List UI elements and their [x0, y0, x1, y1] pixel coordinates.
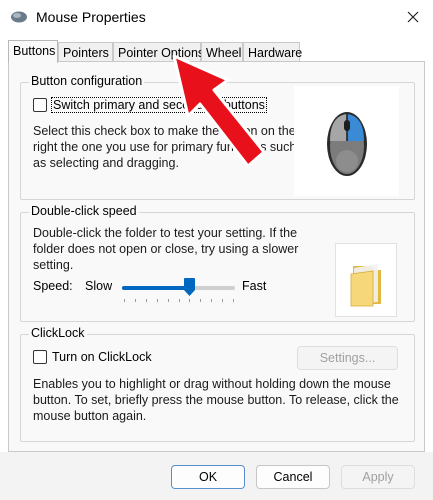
clicklock-label[interactable]: Turn on ClickLock — [52, 350, 152, 364]
slider-tick — [178, 299, 180, 302]
group-title: ClickLock — [29, 326, 87, 340]
slider-tick — [200, 299, 202, 302]
test-folder[interactable] — [335, 243, 397, 317]
mouse-icon — [10, 10, 28, 24]
clicklock-description: Enables you to highlight or drag without… — [33, 377, 399, 423]
slider-tick — [222, 299, 224, 302]
slider-tick — [145, 299, 147, 302]
close-button[interactable] — [398, 4, 428, 30]
button-configuration-group: Button configuration Switch primary and … — [20, 74, 415, 200]
title-bar: Mouse Properties — [0, 0, 433, 34]
slider-tick — [189, 299, 191, 302]
tab-pointer-options[interactable]: Pointer Options — [113, 42, 204, 62]
tab-hardware[interactable]: Hardware — [243, 42, 302, 62]
apply-button[interactable]: Apply — [341, 465, 415, 489]
slider-tick — [124, 299, 125, 302]
slider-thumb[interactable] — [184, 278, 196, 296]
switch-buttons-checkbox[interactable] — [33, 98, 47, 112]
slider-tick — [134, 299, 136, 302]
clicklock-checkbox[interactable] — [33, 350, 47, 364]
slow-label: Slow — [85, 279, 113, 293]
double-click-description: Double-click the folder to test your set… — [33, 226, 299, 272]
close-icon — [407, 11, 419, 23]
tab-buttons[interactable]: Buttons — [8, 40, 58, 63]
ok-button[interactable]: OK — [171, 465, 245, 489]
slider-tick — [156, 299, 158, 302]
slider-tick — [167, 299, 169, 302]
mouse-picture — [294, 86, 399, 196]
speed-label: Speed: — [33, 279, 73, 293]
group-title: Double-click speed — [29, 204, 139, 218]
slider-tick — [233, 299, 234, 302]
group-title: Button configuration — [29, 74, 145, 88]
dialog-footer: OK Cancel Apply — [0, 452, 433, 500]
window-title: Mouse Properties — [36, 9, 146, 25]
folder-icon — [350, 264, 381, 307]
clicklock-group: ClickLock Turn on ClickLock Settings... … — [20, 326, 415, 442]
button-config-description: Select this check box to make the button… — [33, 124, 297, 170]
slider-fill — [122, 286, 190, 290]
slider-tick — [211, 299, 213, 302]
clicklock-settings-button[interactable]: Settings... — [297, 346, 398, 370]
tab-panel: Button configuration Switch primary and … — [8, 61, 425, 452]
switch-buttons-label[interactable]: Switch primary and secondary buttons — [51, 97, 267, 113]
double-click-speed-group: Double-click speed Double-click the fold… — [20, 204, 415, 322]
tab-pointers[interactable]: Pointers — [58, 42, 113, 62]
fast-label: Fast — [242, 279, 267, 293]
tab-wheel[interactable]: Wheel — [201, 42, 243, 62]
cancel-button[interactable]: Cancel — [256, 465, 330, 489]
mouse-picture-icon — [327, 112, 367, 176]
